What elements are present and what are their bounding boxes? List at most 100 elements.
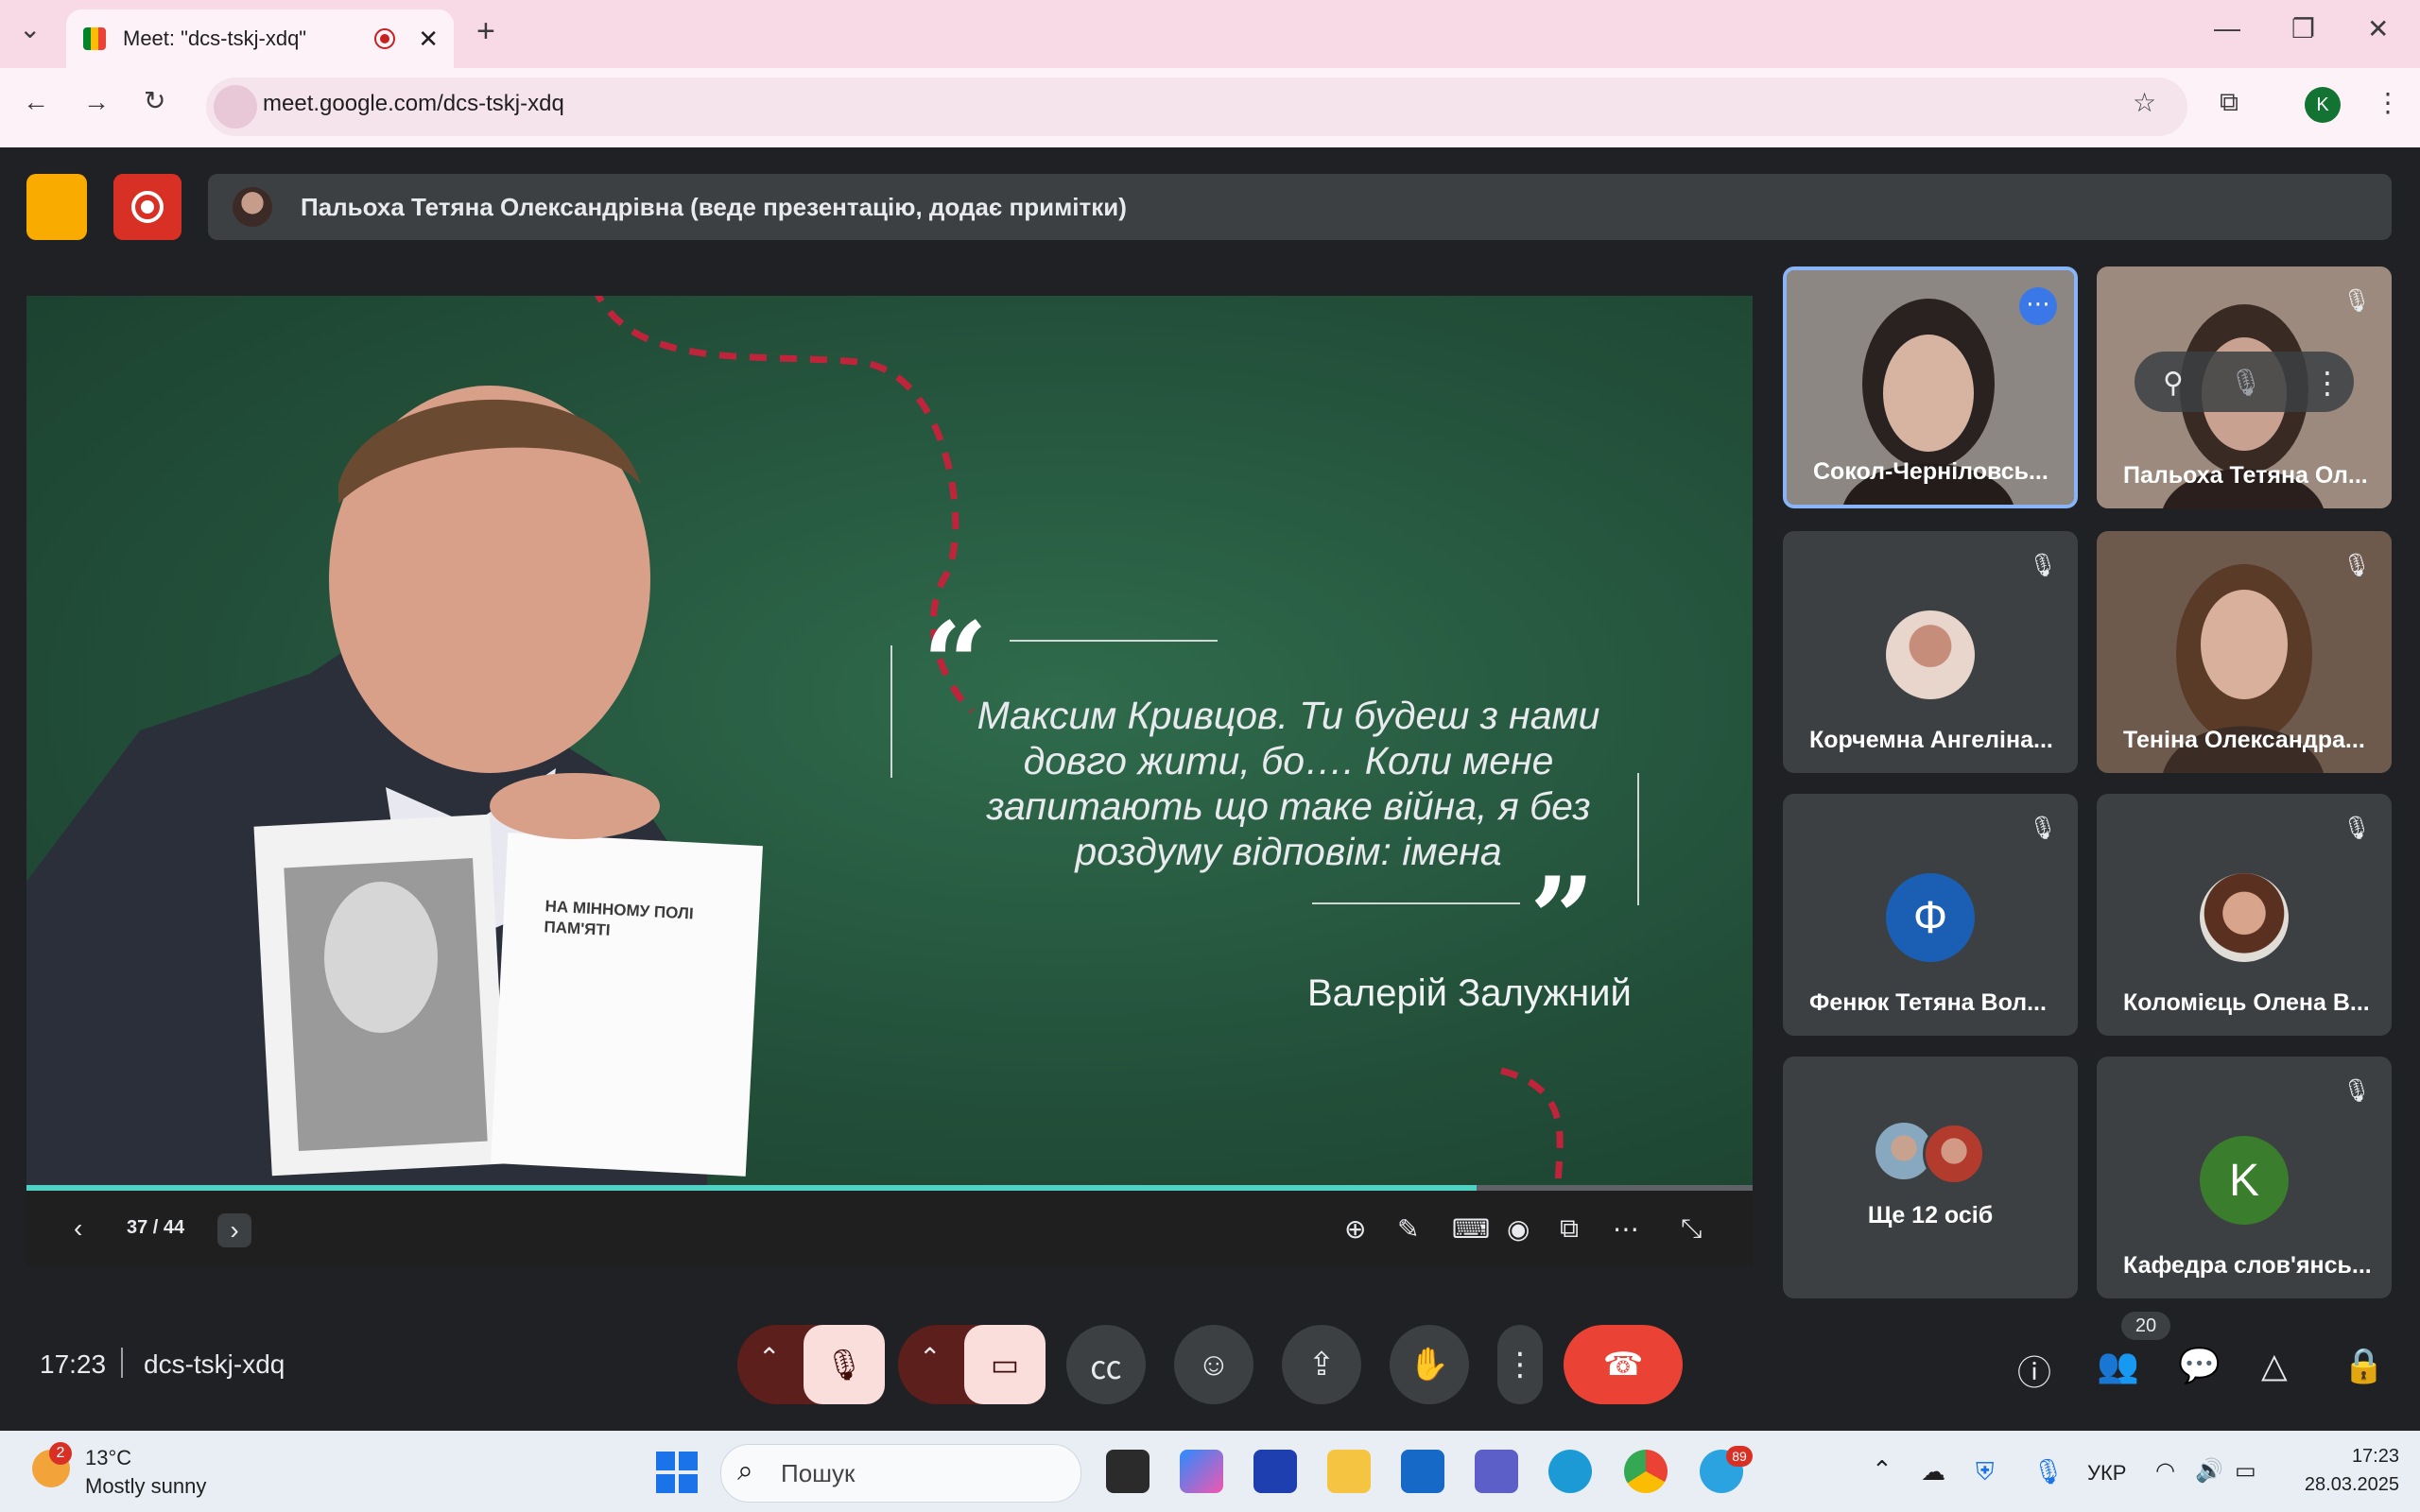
muted-mic-icon: 🎙 <box>2342 816 2372 841</box>
bookmark-star-icon[interactable]: ☆ <box>2133 87 2156 118</box>
mute-participant-icon[interactable]: 🎙 <box>2229 367 2263 398</box>
mathcad-icon[interactable] <box>1253 1450 1297 1493</box>
chrome-icon[interactable] <box>1624 1450 1668 1493</box>
presentation-slide: НА МІННОМУ ПОЛІ ПАМ'ЯТІ “ Максим Кривцов… <box>26 296 1753 1191</box>
profile-avatar[interactable]: K <box>2305 87 2341 123</box>
prev-slide-icon[interactable]: ‹ <box>74 1213 82 1244</box>
tab-title: Meet: "dcs-tskj-xdq" <box>123 26 307 50</box>
task-view-icon[interactable] <box>1106 1450 1150 1493</box>
presenter-banner-text: Пальоха Тетяна Олександрівна (веде презе… <box>301 192 1127 221</box>
wifi-icon[interactable]: ◠ <box>2155 1457 2175 1485</box>
participant-tile[interactable]: 🎙 Корчемна Ангеліна... <box>1783 531 2078 773</box>
captions-button[interactable]: ㏄ <box>1066 1325 1146 1404</box>
edge-icon[interactable] <box>1548 1450 1592 1493</box>
camera-options-chevron-icon[interactable]: ⌃ <box>919 1342 941 1373</box>
hand-icon: ✋ <box>1409 1347 1450 1383</box>
microphone-tray-icon[interactable]: 🎙 <box>2032 1457 2064 1486</box>
raise-hand-button[interactable]: ✋ <box>1390 1325 1469 1404</box>
battery-icon[interactable]: ▭ <box>2235 1457 2256 1485</box>
participant-tile[interactable]: ⚲ 🎙 ⋮ 🎙 Пальоха Тетяна Ол... <box>2097 266 2392 508</box>
presenter-avatar <box>233 187 272 227</box>
taskbar-search-placeholder[interactable]: Пошук <box>781 1459 855 1488</box>
tray-overflow-icon[interactable]: ⌃ <box>1872 1455 1893 1485</box>
participant-tile[interactable]: 🎙 K Кафедра слов'янсь... <box>2097 1057 2392 1298</box>
teams-icon[interactable] <box>1475 1450 1518 1493</box>
participant-tile[interactable]: ⋯ Сокол-Черніловсь... <box>1783 266 2078 508</box>
volume-icon[interactable]: 🔊 <box>2195 1457 2223 1485</box>
participant-name: Теніна Олександра... <box>2123 727 2365 753</box>
captions-icon: ㏄ <box>1090 1349 1122 1386</box>
browser-menu-icon[interactable]: ⋮ <box>2375 87 2401 118</box>
participant-name: Коломієць Олена В... <box>2123 989 2370 1016</box>
quote-line-bottom <box>1312 902 1520 904</box>
mic-options-chevron-icon[interactable]: ⌃ <box>758 1342 780 1373</box>
muted-mic-icon: 🎙 <box>2342 553 2372 578</box>
participant-avatar: Ф <box>1886 873 1975 962</box>
muted-mic-icon: 🎙 <box>2029 816 2058 841</box>
weather-description[interactable]: Mostly sunny <box>85 1474 206 1499</box>
keyboard-icon[interactable]: ⌨ <box>1452 1213 1490 1245</box>
host-controls-lock-icon[interactable]: 🔒 <box>2342 1346 2385 1385</box>
participant-tile[interactable]: 🎙 Коломієць Олена В... <box>2097 794 2392 1036</box>
forward-icon[interactable]: → <box>83 87 110 117</box>
recording-button[interactable] <box>113 174 182 240</box>
tab-close-icon[interactable]: ✕ <box>418 25 439 54</box>
participant-avatar <box>2200 873 2289 962</box>
participant-name: Кафедра слов'янсь... <box>2123 1252 2372 1279</box>
start-button[interactable] <box>656 1452 698 1493</box>
picture-in-picture-icon[interactable]: ⧉ <box>1560 1213 1579 1245</box>
tile-menu-icon[interactable]: ⋮ <box>2312 365 2342 401</box>
camera-off-button[interactable]: ▭ <box>964 1325 1046 1404</box>
onedrive-icon[interactable]: ☁ <box>1921 1457 1945 1486</box>
meeting-time: 17:23 <box>40 1349 107 1379</box>
window-close-icon[interactable]: ✕ <box>2367 13 2389 44</box>
more-options-button[interactable]: ⋮ <box>1497 1325 1543 1404</box>
weather-temperature[interactable]: 13°C <box>85 1446 131 1470</box>
reload-icon[interactable]: ↻ <box>144 85 165 116</box>
more-options-icon[interactable]: ⋯ <box>2019 287 2057 325</box>
exit-fullscreen-icon[interactable]: ⤡ <box>1681 1213 1702 1245</box>
next-slide-icon[interactable]: › <box>217 1213 251 1247</box>
language-indicator[interactable]: УКР <box>2087 1461 2126 1486</box>
more-vert-icon: ⋮ <box>1504 1347 1536 1383</box>
meeting-info-icon[interactable]: ⓘ <box>2017 1346 2051 1395</box>
file-explorer-icon[interactable] <box>1327 1450 1371 1493</box>
new-tab-icon[interactable]: + <box>476 13 495 50</box>
minimize-icon[interactable]: — <box>2214 13 2240 43</box>
taskbar-date[interactable]: 28.03.2025 <box>2276 1474 2399 1496</box>
zoom-icon[interactable]: ⊕ <box>1344 1213 1366 1245</box>
mic-permission-icon[interactable] <box>214 85 257 129</box>
host-controls-button[interactable] <box>26 174 87 240</box>
participant-tile[interactable]: 🎙 Ф Фенюк Тетяна Вол... <box>1783 794 2078 1036</box>
restore-icon[interactable]: ❐ <box>2291 13 2315 44</box>
tab-meet[interactable]: Meet: "dcs-tskj-xdq" ✕ <box>66 9 454 68</box>
participant-name: Пальоха Тетяна Ол... <box>2123 462 2368 489</box>
microsoft-store-icon[interactable] <box>1401 1450 1444 1493</box>
people-icon[interactable]: 👥 <box>2097 1346 2139 1385</box>
leave-call-button[interactable]: ☎ <box>1564 1325 1683 1404</box>
slide-quote: Максим Кривцов. Ти будеш з нами довго жи… <box>977 694 1600 873</box>
mic-off-button[interactable]: 🎙 <box>804 1325 885 1404</box>
back-icon[interactable]: ← <box>23 87 49 117</box>
extensions-icon[interactable]: ⧉ <box>2220 87 2238 118</box>
divider <box>121 1348 123 1378</box>
broadcast-icon[interactable]: ◉ <box>1507 1213 1530 1245</box>
participant-tile[interactable]: 🎙 Теніна Олександра... <box>2097 531 2392 773</box>
security-icon[interactable]: ⛨ <box>1976 1457 1995 1487</box>
slide-author: Валерій Залужний <box>1307 972 1632 1014</box>
tab-search-chevron-icon[interactable]: ⌄ <box>19 13 41 44</box>
others-count-label: Ще 12 осіб <box>1867 1202 1994 1228</box>
quote-line-left <box>890 645 892 778</box>
chat-icon[interactable]: 💬 <box>2178 1346 2221 1385</box>
more-slide-options-icon[interactable]: ⋯ <box>1613 1213 1639 1245</box>
annotate-icon[interactable]: ✎ <box>1397 1213 1419 1245</box>
copilot-icon[interactable] <box>1180 1450 1223 1493</box>
present-button[interactable]: ⇪ <box>1282 1325 1361 1404</box>
participant-tile-others[interactable]: Ще 12 осіб <box>1783 1057 2078 1298</box>
url-text[interactable]: meet.google.com/dcs-tskj-xdq <box>263 91 564 117</box>
pin-icon[interactable]: ⚲ <box>2163 367 2184 400</box>
activities-icon[interactable]: △ <box>2261 1346 2288 1385</box>
reactions-button[interactable]: ☺ <box>1174 1325 1253 1404</box>
taskbar-clock[interactable]: 17:23 <box>2295 1446 2399 1468</box>
taskbar-search[interactable] <box>720 1444 1081 1503</box>
